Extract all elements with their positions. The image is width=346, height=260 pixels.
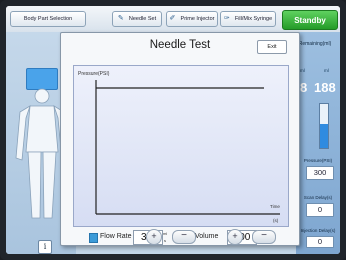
fill-icon: ✑	[223, 15, 230, 22]
chart-y-label: Pressure(PSI)	[78, 71, 110, 77]
syringe-level-fill	[320, 123, 328, 148]
flow-rate-checkbox[interactable]	[89, 233, 98, 243]
flow-rate-label: Flow Rate	[100, 233, 132, 240]
standby-button[interactable]: Standby	[282, 10, 338, 30]
syringe-level-gauge	[319, 103, 329, 149]
flow-rate-increase-button[interactable]: +	[146, 229, 162, 245]
pressure-value[interactable]: 300	[306, 166, 334, 180]
fill-mix-button[interactable]: ✑ Fill/Mix Syringe	[220, 11, 276, 27]
volume-decrease-button[interactable]: −	[252, 230, 276, 244]
remaining-volume-a: 8	[300, 80, 308, 95]
scan-delay-label: Scan Delay(s)	[303, 195, 333, 200]
scan-delay-value[interactable]: 0	[306, 203, 334, 217]
head-selection-box[interactable]	[26, 68, 58, 90]
pressure-chart: Pressure(PSI) Time (s)	[73, 65, 289, 227]
chart-x-label-bottom: (s)	[273, 218, 279, 223]
remaining-volume-b: 188	[314, 80, 336, 95]
injection-delay-value[interactable]: 0	[306, 236, 334, 248]
body-part-selection-button[interactable]: Body Part Selection	[10, 11, 86, 27]
prime-icon: ✐	[169, 15, 176, 22]
prime-injector-label: Prime Injector	[180, 16, 215, 22]
fill-mix-label: Fill/Mix Syringe	[234, 16, 273, 22]
needle-set-label: Needle Set	[128, 16, 157, 22]
needle-test-dialog: Needle Test Exit Pressure(PSI) Time (s) …	[60, 32, 300, 246]
standby-label: Standby	[294, 15, 326, 25]
needle-set-button[interactable]: ✎ Needle Set	[112, 11, 162, 27]
flow-rate-unit-top: ml	[163, 231, 168, 236]
info-button[interactable]: i	[38, 240, 52, 254]
body-part-selection-label: Body Part Selection	[23, 16, 73, 22]
remaining-unit-left: ml	[300, 68, 305, 73]
volume-label: Volume	[195, 233, 219, 240]
flow-rate-decrease-button[interactable]: −	[172, 230, 196, 244]
flow-rate-unit-bottom: s	[164, 238, 166, 243]
top-toolbar: Body Part Selection ✎ Needle Set ✐ Prime…	[6, 6, 340, 33]
pressure-chart-svg: Pressure(PSI) Time (s)	[78, 71, 280, 223]
syringe-icon: ✎	[117, 15, 124, 22]
volume-increase-button[interactable]: +	[227, 229, 243, 245]
remaining-unit-right: ml	[324, 68, 329, 73]
injection-delay-label: Injection Delay(s)	[300, 228, 336, 233]
chart-x-label-top: Time	[270, 204, 280, 209]
exit-button[interactable]: Exit	[257, 40, 287, 54]
prime-injector-button[interactable]: ✐ Prime Injector	[166, 11, 218, 27]
pressure-label: Pressure(PSI)	[303, 158, 333, 163]
status-panel	[296, 32, 340, 254]
